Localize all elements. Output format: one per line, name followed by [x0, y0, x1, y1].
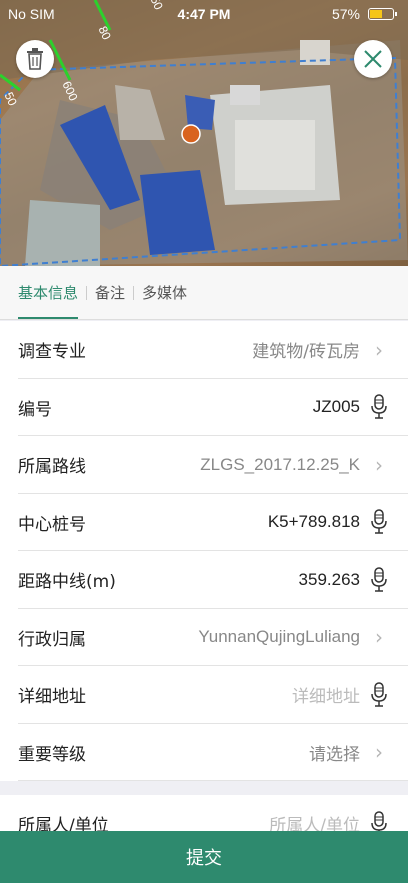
tab-basic-info[interactable]: 基本信息: [18, 282, 86, 319]
info-form: 调查专业 建筑物/砖瓦房 › 编号 JZ005 所属路线 ZLGS_2017.1…: [0, 321, 408, 781]
row-label: 调查专业: [18, 342, 86, 363]
row-route[interactable]: 所属路线 ZLGS_2017.12.25_K ›: [0, 436, 408, 494]
row-admin-region[interactable]: 行政归属 YunnanQujingLuliang ›: [0, 609, 408, 667]
code-input[interactable]: JZ005: [52, 397, 360, 417]
map-imagery: [0, 0, 408, 266]
importance-value: 请选择: [309, 744, 360, 765]
chevron-right-icon: ›: [375, 452, 383, 477]
row-label: 所属路线: [18, 457, 86, 478]
close-button[interactable]: [354, 40, 392, 78]
chevron-right-icon: ›: [375, 337, 383, 362]
mic-button[interactable]: [368, 682, 390, 708]
row-survey-type[interactable]: 调查专业 建筑物/砖瓦房 ›: [0, 321, 408, 379]
row-label: 行政归属: [18, 629, 86, 650]
row-label: 详细地址: [18, 687, 86, 708]
microphone-icon: [371, 567, 387, 592]
chevron-right-icon: ›: [375, 740, 383, 765]
mic-button[interactable]: [368, 394, 390, 420]
row-center-stake[interactable]: 中心桩号 K5+789.818: [0, 494, 408, 552]
row-owner[interactable]: 所属人/单位 所属人/单位: [0, 795, 408, 835]
center-stake-input[interactable]: K5+789.818: [86, 512, 360, 532]
row-address[interactable]: 详细地址 详细地址: [0, 666, 408, 724]
section-gap: [0, 781, 408, 795]
tab-bar: 基本信息 备注 多媒体: [0, 266, 408, 320]
battery-icon: [368, 8, 397, 20]
status-bar: No SIM 4:47 PM 57%: [0, 0, 408, 30]
tab-notes[interactable]: 备注: [87, 282, 133, 303]
tab-media[interactable]: 多媒体: [134, 282, 195, 303]
row-label: 重要等级: [18, 744, 86, 765]
submit-button[interactable]: 提交: [0, 831, 408, 883]
microphone-icon: [371, 509, 387, 534]
satellite-map[interactable]: No SIM 4:47 PM 57% 50 600 80 50: [0, 0, 408, 266]
survey-type-value: 建筑物/砖瓦房: [252, 342, 360, 363]
close-icon: [364, 50, 382, 68]
distance-input[interactable]: 359.263: [116, 570, 360, 590]
admin-region-value: YunnanQujingLuliang: [198, 627, 360, 647]
row-code[interactable]: 编号 JZ005: [0, 379, 408, 437]
row-label: 中心桩号: [18, 514, 86, 535]
delete-button[interactable]: [16, 40, 54, 78]
row-importance[interactable]: 重要等级 请选择 ›: [0, 724, 408, 782]
trash-icon: [27, 48, 43, 70]
mic-button[interactable]: [368, 567, 390, 593]
battery-percent: 57%: [331, 6, 360, 22]
owner-section: 所属人/单位 所属人/单位: [0, 795, 408, 835]
address-input[interactable]: 详细地址: [86, 682, 360, 707]
microphone-icon: [371, 682, 387, 707]
row-label: 距路中线(m): [18, 572, 116, 593]
chevron-right-icon: ›: [375, 625, 383, 650]
route-value: ZLGS_2017.12.25_K: [200, 454, 360, 474]
row-distance[interactable]: 距路中线(m) 359.263: [0, 551, 408, 609]
row-label: 编号: [18, 399, 52, 420]
microphone-icon: [371, 394, 387, 419]
mic-button[interactable]: [368, 509, 390, 535]
